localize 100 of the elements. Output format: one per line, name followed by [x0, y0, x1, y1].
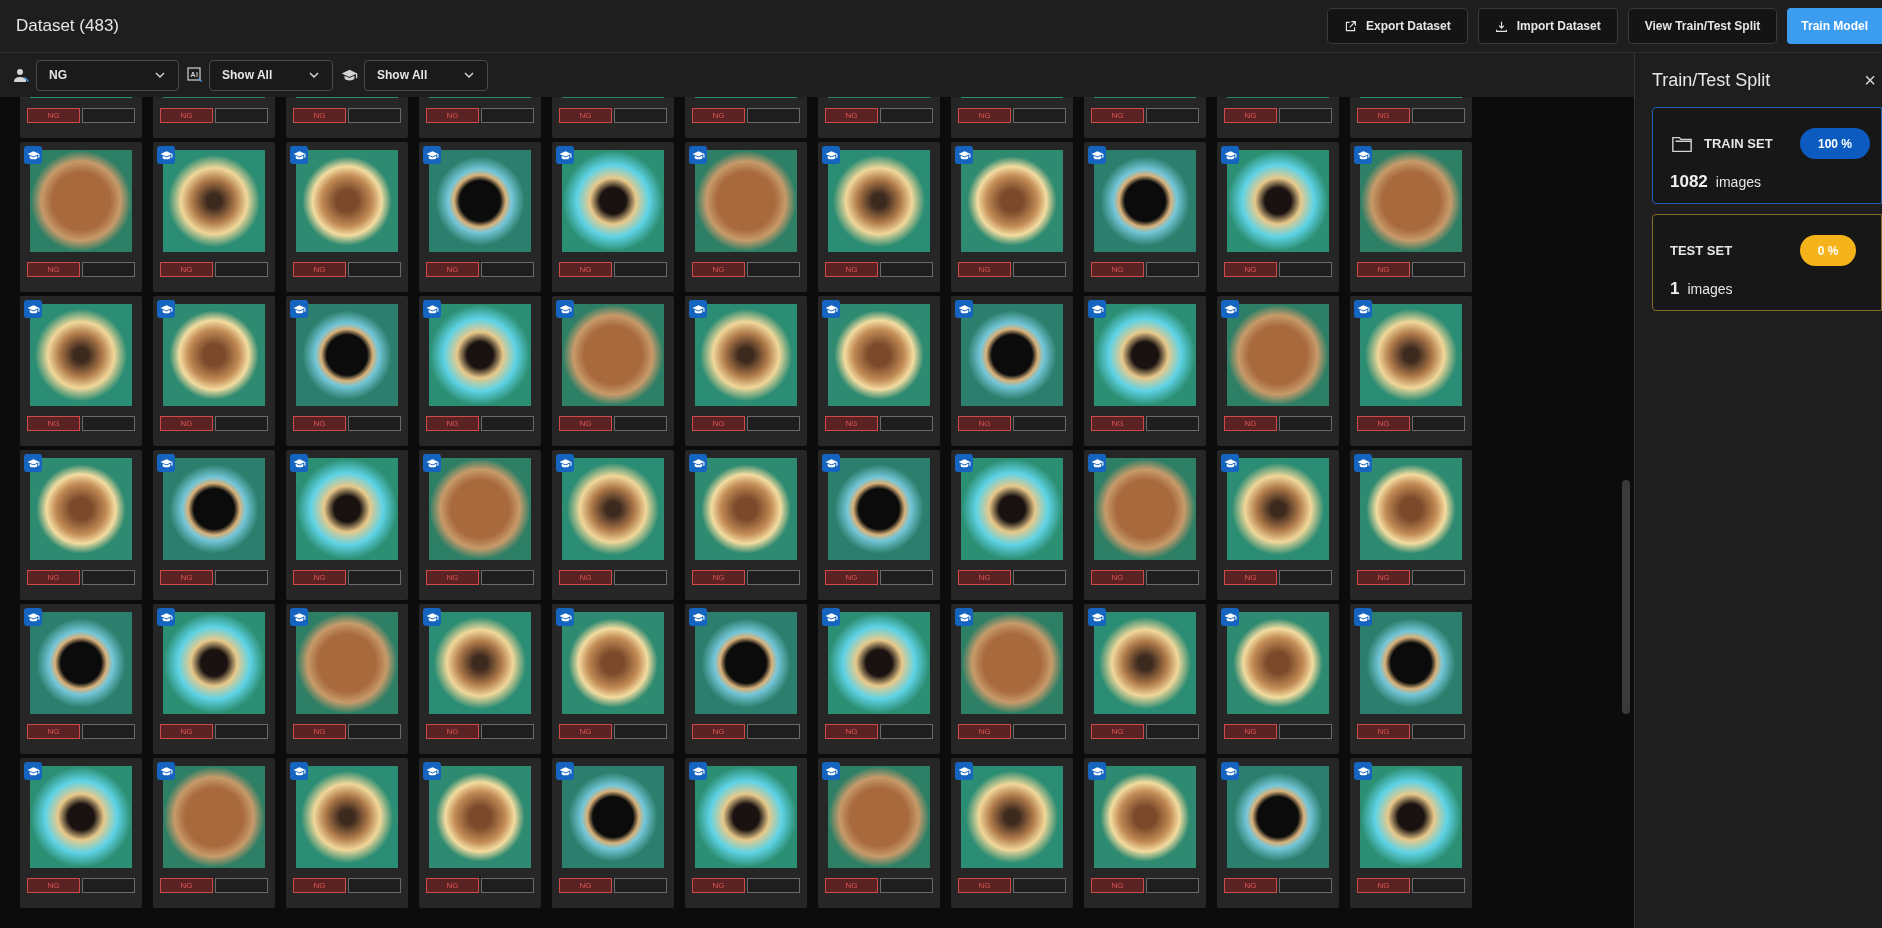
image-card[interactable]: NG — [419, 758, 541, 908]
toolbar-button[interactable]: Import Dataset — [1477, 8, 1618, 44]
image-card[interactable]: NG — [153, 604, 275, 754]
image-card[interactable]: NG — [1217, 97, 1339, 138]
empty-tag — [215, 262, 268, 277]
image-card[interactable]: NG — [951, 296, 1073, 446]
image-card[interactable]: NG — [419, 604, 541, 754]
image-card[interactable]: NG — [1217, 450, 1339, 600]
image-card[interactable]: NG — [1084, 296, 1206, 446]
image-card[interactable]: NG — [552, 604, 674, 754]
image-ai-icon — [187, 67, 203, 83]
image-card[interactable]: NG — [552, 97, 674, 138]
image-card[interactable]: NG — [951, 97, 1073, 138]
image-card[interactable]: NG — [818, 97, 940, 138]
image-card[interactable]: NG — [153, 296, 275, 446]
image-card[interactable]: NG — [818, 604, 940, 754]
image-card[interactable]: NG — [951, 450, 1073, 600]
label-tag: NG — [160, 262, 213, 277]
image-card[interactable]: NG — [552, 758, 674, 908]
image-card[interactable]: NG — [419, 142, 541, 292]
image-card[interactable]: NG — [20, 142, 142, 292]
empty-tag — [215, 878, 268, 893]
image-card[interactable]: NG — [685, 450, 807, 600]
empty-tag — [348, 878, 401, 893]
filter-dropdown[interactable]: NG — [36, 59, 179, 91]
image-card[interactable]: NG — [685, 604, 807, 754]
image-card[interactable]: NG — [153, 142, 275, 292]
empty-tag — [747, 108, 800, 123]
image-card[interactable]: NG — [153, 758, 275, 908]
primary-button[interactable]: Train Model — [1787, 8, 1882, 44]
image-card[interactable]: NG — [286, 142, 408, 292]
toolbar-button[interactable]: View Train/Test Split — [1627, 8, 1778, 44]
image-card[interactable]: NG — [1084, 758, 1206, 908]
image-card[interactable]: NG — [286, 604, 408, 754]
image-card[interactable]: NG — [818, 142, 940, 292]
empty-tag — [1412, 570, 1465, 585]
empty-tag — [215, 108, 268, 123]
image-card[interactable]: NG — [1217, 142, 1339, 292]
label-tag: NG — [160, 416, 213, 431]
image-card[interactable]: NG — [20, 604, 142, 754]
image-card[interactable]: NG — [685, 758, 807, 908]
image-card[interactable]: NG — [818, 296, 940, 446]
image-card[interactable]: NG — [1217, 604, 1339, 754]
empty-tag — [1412, 724, 1465, 739]
image-card[interactable]: NG — [685, 97, 807, 138]
empty-tag — [1412, 108, 1465, 123]
empty-tag — [747, 416, 800, 431]
image-card[interactable]: NG — [1084, 450, 1206, 600]
image-card[interactable]: NG — [951, 142, 1073, 292]
image-card[interactable]: NG — [1084, 142, 1206, 292]
image-card[interactable]: NG — [1350, 97, 1472, 138]
image-card[interactable]: NG — [552, 296, 674, 446]
empty-tag — [1146, 570, 1199, 585]
image-card[interactable]: NG — [1350, 450, 1472, 600]
image-card[interactable]: NG — [286, 450, 408, 600]
image-card[interactable]: NG — [552, 142, 674, 292]
image-card[interactable]: NG — [419, 296, 541, 446]
image-card[interactable]: NG — [286, 758, 408, 908]
image-card[interactable]: NG — [818, 450, 940, 600]
image-card[interactable]: NG — [552, 450, 674, 600]
image-card[interactable]: NG — [1084, 97, 1206, 138]
image-card[interactable]: NG — [153, 97, 275, 138]
label-tag: NG — [692, 570, 745, 585]
label-tag: NG — [559, 262, 612, 277]
image-card[interactable]: NG — [286, 296, 408, 446]
image-card[interactable]: NG — [20, 450, 142, 600]
image-card[interactable]: NG — [1217, 758, 1339, 908]
image-card[interactable]: NG — [818, 758, 940, 908]
image-card[interactable]: NG — [951, 604, 1073, 754]
set-card[interactable]: TEST SET 0 % 1 images — [1652, 214, 1882, 311]
empty-tag — [880, 416, 933, 431]
image-card[interactable]: NG — [153, 450, 275, 600]
image-card[interactable]: NG — [1350, 296, 1472, 446]
image-card[interactable]: NG — [1350, 604, 1472, 754]
image-card[interactable]: NG — [286, 97, 408, 138]
image-card[interactable]: NG — [1350, 758, 1472, 908]
image-card[interactable]: NG — [419, 97, 541, 138]
image-card[interactable]: NG — [1350, 142, 1472, 292]
image-card[interactable]: NG — [20, 758, 142, 908]
label-tag: NG — [692, 416, 745, 431]
image-card[interactable]: NG — [20, 97, 142, 138]
filter-dropdown[interactable]: Show All — [209, 59, 333, 91]
toolbar-button[interactable]: Export Dataset — [1327, 8, 1468, 44]
image-card[interactable]: NG — [1217, 296, 1339, 446]
image-card[interactable]: NG — [685, 296, 807, 446]
filter-dropdown[interactable]: Show All — [364, 59, 488, 91]
empty-tag — [82, 724, 135, 739]
scrollbar-thumb[interactable] — [1622, 480, 1630, 714]
empty-tag — [1412, 878, 1465, 893]
image-card[interactable]: NG — [685, 142, 807, 292]
image-card[interactable]: NG — [1084, 604, 1206, 754]
label-tag: NG — [1357, 416, 1410, 431]
label-tag: NG — [958, 570, 1011, 585]
image-card[interactable]: NG — [419, 450, 541, 600]
image-card[interactable]: NG — [20, 296, 142, 446]
label-tag: NG — [426, 108, 479, 123]
close-button[interactable]: × — [1864, 70, 1876, 90]
set-card[interactable]: TRAIN SET 100 % 1082 images — [1652, 107, 1882, 204]
image-card[interactable]: NG — [951, 758, 1073, 908]
label-tag: NG — [559, 570, 612, 585]
